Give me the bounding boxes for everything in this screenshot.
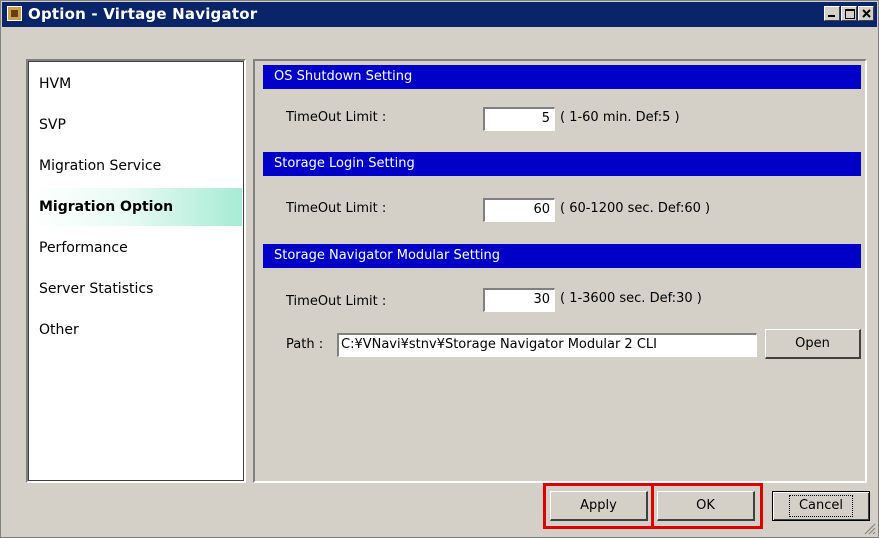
apply-button[interactable]: Apply: [550, 491, 648, 521]
sidebar-item-other[interactable]: Other: [30, 311, 242, 349]
sidebar-item-hvm[interactable]: HVM: [30, 65, 242, 103]
snm-path-label: Path :: [286, 337, 324, 352]
option-category-list: HVM SVP Migration Service Migration Opti…: [26, 59, 246, 483]
settings-panel: OS Shutdown Setting TimeOut Limit : 5 ( …: [253, 59, 867, 483]
storage-login-timeout-label: TimeOut Limit :: [286, 201, 387, 216]
sidebar-item-server-statistics[interactable]: Server Statistics: [30, 270, 242, 308]
sidebar-item-performance[interactable]: Performance: [30, 229, 242, 267]
maximize-icon[interactable]: [841, 6, 857, 21]
resize-grip-icon[interactable]: [864, 523, 876, 535]
cancel-button[interactable]: Cancel: [772, 491, 870, 521]
snm-timeout-input[interactable]: 30: [483, 288, 555, 312]
open-button[interactable]: Open: [765, 329, 861, 359]
storage-login-header: Storage Login Setting: [263, 152, 861, 176]
sidebar-item-migration-option[interactable]: Migration Option: [30, 188, 242, 226]
ok-button[interactable]: OK: [657, 491, 755, 521]
sidebar-item-svp[interactable]: SVP: [30, 106, 242, 144]
os-shutdown-timeout-label: TimeOut Limit :: [286, 110, 387, 125]
minimize-icon[interactable]: [824, 6, 840, 21]
snm-path-input[interactable]: C:¥VNavi¥stnv¥Storage Navigator Modular …: [337, 333, 757, 357]
cancel-button-label: Cancel: [788, 495, 854, 517]
os-shutdown-timeout-input[interactable]: 5: [483, 107, 555, 131]
close-icon[interactable]: [858, 6, 874, 21]
snm-timeout-label: TimeOut Limit :: [286, 294, 387, 309]
storage-login-timeout-hint: ( 60-1200 sec. Def:60 ): [560, 201, 711, 216]
title-bar[interactable]: Option - Virtage Navigator: [2, 2, 877, 27]
sidebar-item-migration-service[interactable]: Migration Service: [30, 147, 242, 185]
snm-timeout-hint: ( 1-3600 sec. Def:30 ): [560, 291, 702, 306]
window-title: Option - Virtage Navigator: [28, 5, 258, 23]
snm-header: Storage Navigator Modular Setting: [263, 244, 861, 268]
option-dialog: Option - Virtage Navigator HVM SVP Migra…: [0, 0, 879, 538]
storage-login-timeout-input[interactable]: 60: [483, 198, 555, 222]
app-cube-icon: [7, 6, 22, 21]
os-shutdown-header: OS Shutdown Setting: [263, 65, 861, 89]
os-shutdown-timeout-hint: ( 1-60 min. Def:5 ): [560, 110, 680, 125]
